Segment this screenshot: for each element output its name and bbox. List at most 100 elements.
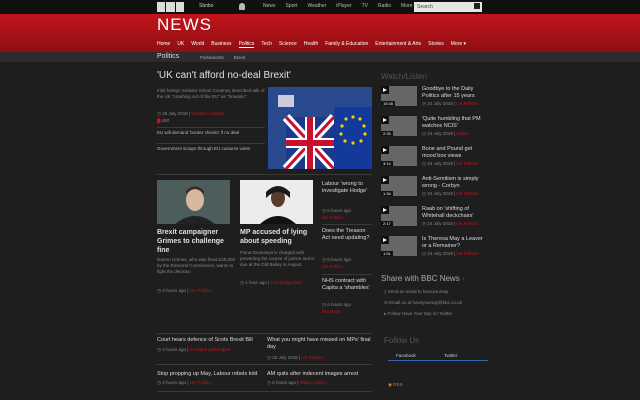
video-title[interactable]: Anti-Semitism is simply wrong - Corbyn [422, 176, 484, 190]
video-meta: ◷ 24 July 2018 | UK Politics [422, 251, 479, 256]
video-thumbnail[interactable]: 2:33 [381, 116, 417, 136]
story-tag-capita[interactable]: Business [322, 309, 340, 315]
story-meta-capita: ◷ 6 hours ago [322, 302, 351, 307]
bottom-story-title[interactable]: What you might have missed on MPs' final… [267, 337, 372, 351]
section-sub-nav: Politics Parliaments Brexit [0, 52, 640, 62]
rss-link[interactable]: ◉ RSS [388, 382, 402, 388]
story-meta-treason: ◷ 6 hours ago [322, 257, 351, 262]
global-nav-iplayer[interactable]: iPlayer [336, 3, 351, 9]
story-title-capita[interactable]: NHS contract with Capita a 'shambles' [322, 278, 372, 292]
global-nav-weather[interactable]: Weather [307, 3, 326, 9]
share-heading: Share with BBC News › [381, 274, 465, 283]
bottom-story-meta: ◷ 4 hours ago | UK Politics [157, 380, 212, 385]
story-image-onasanya[interactable] [240, 180, 313, 224]
nav-uk[interactable]: UK [177, 41, 184, 48]
subnav-parliaments[interactable]: Parliaments [200, 55, 224, 60]
bottom-story-title[interactable]: Stop propping up May, Labour rebels told [157, 371, 262, 378]
play-icon [381, 176, 389, 184]
divider [322, 224, 372, 225]
story-title-grimes[interactable]: Brexit campaigner Grimes to challenge fi… [157, 228, 237, 255]
video-meta: ◷ 24 July 2018 | UK Politics [422, 101, 479, 106]
lead-headline[interactable]: 'UK can't afford no-deal Brexit' [157, 70, 291, 81]
video-title[interactable]: Raab on 'shifting of Whitehall deckchair… [422, 206, 484, 220]
divider [322, 274, 372, 275]
divider [157, 143, 265, 144]
divider [157, 391, 372, 392]
video-thumbnail[interactable]: 2:17 [381, 206, 417, 226]
lead-tag[interactable]: Northern Ireland [191, 111, 224, 116]
sign-in-link[interactable]: Sbnbo [199, 3, 213, 9]
lead-summary: Irish foreign minister Simon Coveney des… [157, 88, 265, 99]
nav-more[interactable]: More ▾ [451, 41, 466, 48]
play-icon [381, 236, 389, 244]
follow-heading: Follow Us [384, 336, 420, 345]
nav-tech[interactable]: Tech [261, 41, 272, 48]
global-nav-radio[interactable]: Radio [378, 3, 391, 9]
lead-related-link-2[interactable]: Government scraps through EU customs vot… [157, 146, 265, 152]
nav-stories[interactable]: Stories [428, 41, 444, 48]
video-meta: ◷ 24 July 2018 | UK Politics [422, 191, 479, 196]
video-meta: ◷ 24 July 2018 | UK Politics [422, 161, 479, 166]
search-input[interactable]: Search [414, 2, 482, 12]
watch-listen-heading: Watch/Listen [381, 72, 427, 81]
rss-icon: ◉ [388, 382, 392, 387]
nav-health[interactable]: Health [304, 41, 318, 48]
nav-business[interactable]: Business [211, 41, 231, 48]
play-icon [381, 146, 389, 154]
divider [157, 364, 372, 365]
global-nav-sport[interactable]: Sport [286, 3, 298, 9]
story-title-hodge[interactable]: Labour 'wrong to investigate Hodge' [322, 181, 372, 195]
global-nav-tv[interactable]: TV [362, 3, 368, 9]
search-icon[interactable] [474, 3, 480, 9]
share-email-link[interactable]: ✉ Email us at haveyoursay@bbc.co.uk [384, 300, 462, 306]
lead-related-link-1[interactable]: EU will demand 'border checks' if no dea… [157, 130, 265, 136]
story-tag-onasanya[interactable]: Cambridgeshire [270, 280, 302, 285]
subnav-brexit[interactable]: Brexit [234, 55, 246, 60]
video-title[interactable]: 'Quite humbling that PM watches NCIS' [422, 116, 484, 130]
lead-comments[interactable]: ▇ 450 [157, 118, 169, 124]
divider [157, 174, 372, 175]
story-title-treason[interactable]: Does the Treason Act need updating? [322, 228, 372, 242]
global-nav-more[interactable]: More [401, 3, 412, 9]
share-sms-link[interactable]: ▯ Send an email to haveyoursay [384, 289, 448, 295]
news-logo[interactable]: NEWS [157, 15, 212, 35]
nav-politics[interactable]: Politics [238, 41, 255, 48]
video-meta: ◷ 24 July 2018 | UK Politics [422, 221, 479, 226]
story-summary-grimes: Darren Grimes, who was fined £20,000 by … [157, 257, 236, 274]
bottom-story-title[interactable]: AM quits after indecent images arrest [267, 371, 372, 378]
nav-entertainment-arts[interactable]: Entertainment & Arts [375, 41, 421, 48]
nav-family-education[interactable]: Family & Education [325, 41, 368, 48]
divider [157, 333, 372, 334]
story-tag-hodge[interactable]: UK Politics [322, 215, 344, 221]
share-twitter-link[interactable]: ▸ Follow Have Your Say on Twitter [384, 311, 452, 317]
video-thumbnail[interactable]: 3:14 [381, 146, 417, 166]
twitter-button[interactable]: Twitter [436, 351, 488, 361]
facebook-button[interactable]: Facebook [388, 351, 440, 361]
story-image-grimes[interactable] [157, 180, 230, 224]
bottom-story-title[interactable]: Court hears defence of Scots Brexit Bill [157, 337, 262, 344]
video-title[interactable]: Bone and Pound get mood box views [422, 146, 484, 160]
story-tag-treason[interactable]: UK Politics [322, 264, 344, 270]
story-meta-hodge: ◷ 6 hours ago [322, 208, 351, 213]
video-title[interactable]: Goodbye to the Daily Politics after 15 y… [422, 86, 484, 100]
play-icon [381, 86, 389, 94]
lead-image[interactable] [268, 87, 372, 169]
nav-science[interactable]: Science [279, 41, 297, 48]
global-nav-news[interactable]: News [263, 3, 276, 9]
video-thumbnail[interactable]: 1:51 [381, 236, 417, 256]
section-title[interactable]: Politics [157, 53, 179, 60]
video-title[interactable]: Is Theresa May a Leaver or a Remainer? [422, 236, 484, 250]
bbc-logo[interactable] [157, 2, 184, 12]
story-meta-grimes: ◷ 3 hours ago | UK Politics [157, 288, 212, 293]
nav-world[interactable]: World [191, 41, 204, 48]
story-meta-onasanya: ◷ 1 hour ago | Cambridgeshire [240, 280, 303, 285]
main-nav: Home UK World Business Politics Tech Sci… [0, 38, 640, 49]
notifications-bell-icon[interactable] [239, 3, 245, 10]
nav-home[interactable]: Home [157, 41, 170, 48]
video-thumbnail[interactable]: 15:35 [381, 86, 417, 106]
video-thumbnail[interactable]: 1:34 [381, 176, 417, 196]
clock-icon: ◷ [157, 111, 161, 116]
play-icon [381, 206, 389, 214]
story-title-onasanya[interactable]: MP accused of lying about speeding [240, 228, 320, 246]
story-tag-grimes[interactable]: UK Politics [190, 288, 212, 293]
